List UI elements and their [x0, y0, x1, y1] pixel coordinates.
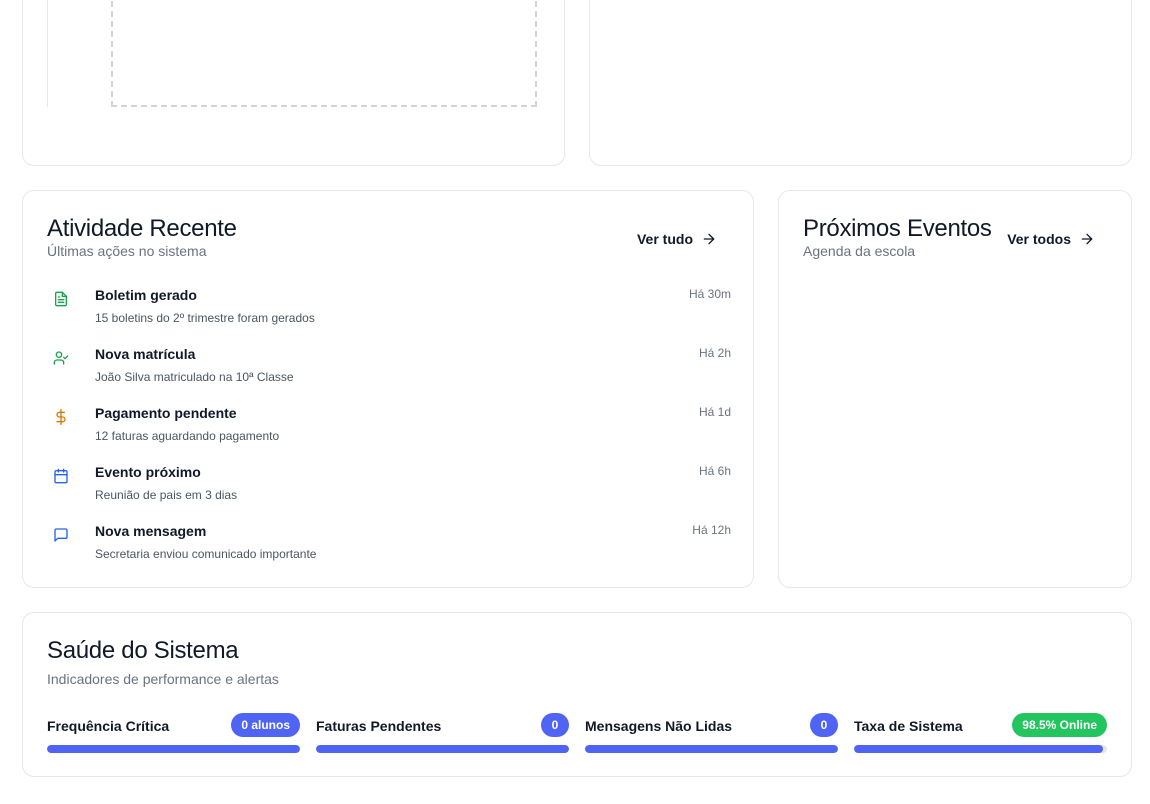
metric-progress-fill: [854, 745, 1104, 753]
activity-item[interactable]: Nova mensagem Secretaria enviou comunica…: [47, 523, 731, 573]
chart-card-right: [589, 0, 1132, 166]
metric-pending-invoices: Faturas Pendentes 0: [316, 713, 569, 755]
message-icon: [53, 527, 69, 543]
activity-item-title: Nova matrícula: [95, 346, 196, 362]
activity-item[interactable]: Evento próximo Reunião de pais em 3 dias…: [47, 464, 731, 514]
activity-item-time: Há 12h: [692, 523, 731, 537]
view-all-label: Ver tudo: [636, 231, 693, 247]
events-subtitle: Agenda da escola: [803, 243, 916, 259]
metric-badge: 0: [810, 713, 838, 737]
metric-badge: 0: [541, 713, 569, 737]
activity-item-desc: Reunião de pais em 3 dias: [95, 488, 238, 502]
metric-label: Mensagens Não Lidas: [585, 718, 733, 734]
events-title: Próximos Eventos: [803, 215, 992, 242]
activity-item-desc: Secretaria enviou comunicado importante: [95, 547, 317, 561]
chart-axis: [47, 0, 48, 107]
activity-item-time: Há 6h: [698, 464, 731, 478]
system-health-card: Saúde do Sistema Indicadores de performa…: [22, 612, 1132, 777]
activity-item[interactable]: Nova matrícula João Silva matriculado na…: [47, 346, 731, 396]
metric-progress-fill: [585, 745, 838, 753]
activity-item-time: Há 30m: [688, 287, 731, 301]
activity-item-desc: 15 boletins do 2º trimestre foram gerado…: [95, 311, 315, 325]
activity-item-desc: João Silva matriculado na 10ª Classe: [95, 370, 294, 384]
metric-progress-bar: [585, 745, 838, 753]
metric-critical-attendance: Frequência Crítica 0 alunos: [47, 713, 300, 755]
metric-progress-fill: [47, 745, 300, 753]
metric-badge: 0 alunos: [231, 713, 300, 737]
recent-activity-card: Atividade Recente Últimas ações no siste…: [22, 190, 754, 588]
chart-placeholder: [111, 0, 537, 107]
arrow-right-icon: [703, 233, 715, 245]
arrow-right-icon: [1081, 233, 1093, 245]
activity-item-title: Evento próximo: [95, 464, 201, 480]
metric-label: Frequência Crítica: [47, 718, 170, 734]
upcoming-events-card: Próximos Eventos Agenda da escola Ver to…: [778, 190, 1132, 588]
view-all-activity-button[interactable]: Ver tudo: [637, 231, 717, 247]
activity-item[interactable]: Boletim gerado 15 boletins do 2º trimest…: [47, 287, 731, 337]
activity-item-time: Há 1d: [698, 405, 731, 419]
health-subtitle: Indicadores de performance e alertas: [47, 671, 279, 687]
activity-item-desc: 12 faturas aguardando pagamento: [95, 429, 280, 443]
dollar-icon: [53, 409, 69, 425]
calendar-icon: [53, 468, 69, 484]
view-all-events-button[interactable]: Ver todos: [1007, 231, 1095, 247]
activity-title: Atividade Recente: [47, 215, 237, 242]
metric-progress-bar: [47, 745, 300, 753]
metric-progress-fill: [316, 745, 569, 753]
metric-unread-messages: Mensagens Não Lidas 0: [585, 713, 838, 755]
metric-label: Faturas Pendentes: [316, 718, 442, 734]
metric-progress-bar: [854, 745, 1107, 753]
activity-subtitle: Últimas ações no sistema: [47, 243, 207, 259]
chart-card-left: [22, 0, 565, 166]
metric-badge: 98.5% Online: [1012, 713, 1107, 737]
user-check-icon: [53, 350, 69, 366]
file-text-icon: [53, 291, 69, 307]
metric-progress-bar: [316, 745, 569, 753]
activity-item-time: Há 2h: [698, 346, 731, 360]
activity-item-title: Pagamento pendente: [95, 405, 237, 421]
view-all-events-label: Ver todos: [1007, 231, 1071, 247]
metric-label: Taxa de Sistema: [854, 718, 963, 734]
health-title: Saúde do Sistema: [47, 637, 239, 664]
activity-item-title: Boletim gerado: [95, 287, 197, 303]
activity-item-title: Nova mensagem: [95, 523, 207, 539]
metric-system-rate: Taxa de Sistema 98.5% Online: [854, 713, 1107, 755]
activity-item[interactable]: Pagamento pendente 12 faturas aguardando…: [47, 405, 731, 455]
